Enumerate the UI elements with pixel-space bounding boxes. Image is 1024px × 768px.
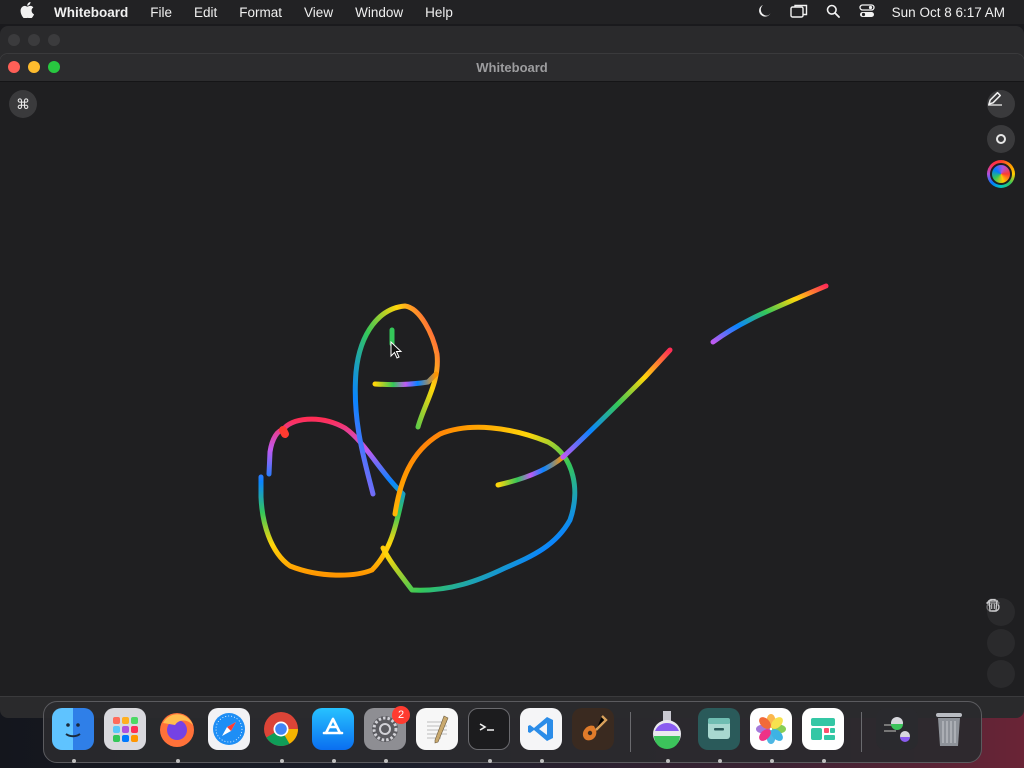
command-icon: ⌘ xyxy=(16,95,30,112)
control-center-icon[interactable] xyxy=(850,3,884,21)
stroke-inner-curve xyxy=(495,454,566,488)
menu-app-name[interactable]: Whiteboard xyxy=(54,5,139,20)
dock-dashboard[interactable] xyxy=(802,708,846,763)
launchpad-icon xyxy=(104,708,146,750)
dock-finder[interactable] xyxy=(52,708,96,763)
dock-terminal[interactable] xyxy=(468,708,512,763)
menu-file[interactable]: File xyxy=(139,5,183,20)
history-controls xyxy=(986,598,1016,688)
apple-menu-icon[interactable] xyxy=(0,2,54,22)
files-icon xyxy=(698,708,740,750)
firefox-icon xyxy=(156,708,198,750)
stroke-tall-loop xyxy=(352,303,440,497)
brush-size-button[interactable] xyxy=(987,125,1015,153)
dock-launchpad[interactable] xyxy=(104,708,148,752)
stroke-right-loop xyxy=(380,424,578,593)
color-picker-button[interactable] xyxy=(987,160,1015,188)
command-menu-button[interactable]: ⌘ xyxy=(9,90,37,118)
dock: 2 xyxy=(43,701,982,763)
menu-bar: Whiteboard File Edit Format View Window … xyxy=(0,0,1024,24)
settings-badge: 2 xyxy=(392,706,410,724)
dock-textedit[interactable] xyxy=(416,708,460,752)
chrome-icon xyxy=(260,708,302,750)
safari-icon xyxy=(208,708,250,750)
textedit-icon xyxy=(416,708,458,750)
potion-flask-icon xyxy=(646,708,688,750)
dock-potion-downloads[interactable] xyxy=(876,708,920,752)
dock-chrome[interactable] xyxy=(260,708,304,763)
moon-icon[interactable] xyxy=(748,4,782,21)
dock-photos[interactable] xyxy=(750,708,794,763)
pen-icon xyxy=(988,91,1002,106)
color-wheel-icon xyxy=(990,163,1012,185)
vscode-icon xyxy=(520,708,562,750)
menu-clock[interactable]: Sun Oct 8 6:17 AM xyxy=(884,5,1024,20)
dock-potion[interactable] xyxy=(646,708,690,763)
clear-button[interactable] xyxy=(987,598,1015,688)
finder-icon xyxy=(52,708,94,750)
dock-safari[interactable] xyxy=(208,708,252,752)
app-store-icon xyxy=(312,708,354,750)
dock-garageband[interactable] xyxy=(572,708,616,752)
dock-trash[interactable] xyxy=(928,708,972,752)
stroke-top-right xyxy=(710,283,829,345)
menu-view[interactable]: View xyxy=(293,5,344,20)
title-bar: Whiteboard xyxy=(0,54,1024,82)
menu-help[interactable]: Help xyxy=(414,5,464,20)
dock-vscode[interactable] xyxy=(520,708,564,763)
dock-separator-2 xyxy=(861,712,862,752)
downloads-folder-icon xyxy=(876,708,918,750)
trash-can-icon xyxy=(928,708,970,750)
dock-system-settings[interactable]: 2 xyxy=(364,706,410,763)
dock-separator xyxy=(630,712,631,752)
windows-icon[interactable] xyxy=(782,4,816,21)
dock-app-store[interactable] xyxy=(312,708,356,763)
menu-window[interactable]: Window xyxy=(344,5,414,20)
inactive-maximize-button[interactable] xyxy=(48,34,60,46)
guitar-icon xyxy=(572,708,614,750)
dock-firefox[interactable] xyxy=(156,708,200,763)
stroke-diagonal xyxy=(560,347,673,460)
stroke-left-loop xyxy=(258,416,406,578)
inactive-close-button[interactable] xyxy=(8,34,20,46)
menu-format[interactable]: Format xyxy=(228,5,293,20)
mouse-cursor xyxy=(390,340,403,359)
dashboard-icon xyxy=(802,708,844,750)
inactive-minimize-button[interactable] xyxy=(28,34,40,46)
drawing-canvas[interactable]: ⌘ xyxy=(0,82,1024,696)
menu-edit[interactable]: Edit xyxy=(183,5,228,20)
whiteboard-window: Whiteboard ⌘ xyxy=(0,54,1024,696)
window-title: Whiteboard xyxy=(476,60,548,75)
redo-button[interactable] xyxy=(986,599,1015,657)
search-icon[interactable] xyxy=(816,4,850,21)
brush-size-icon xyxy=(996,134,1006,144)
dock-files[interactable] xyxy=(698,708,742,763)
photos-icon xyxy=(750,708,792,750)
pen-tool-button[interactable] xyxy=(987,90,1015,118)
trash-icon xyxy=(988,598,998,612)
terminal-icon xyxy=(469,709,509,749)
drawing-strokes xyxy=(258,283,829,593)
stroke-short-line xyxy=(372,371,439,388)
